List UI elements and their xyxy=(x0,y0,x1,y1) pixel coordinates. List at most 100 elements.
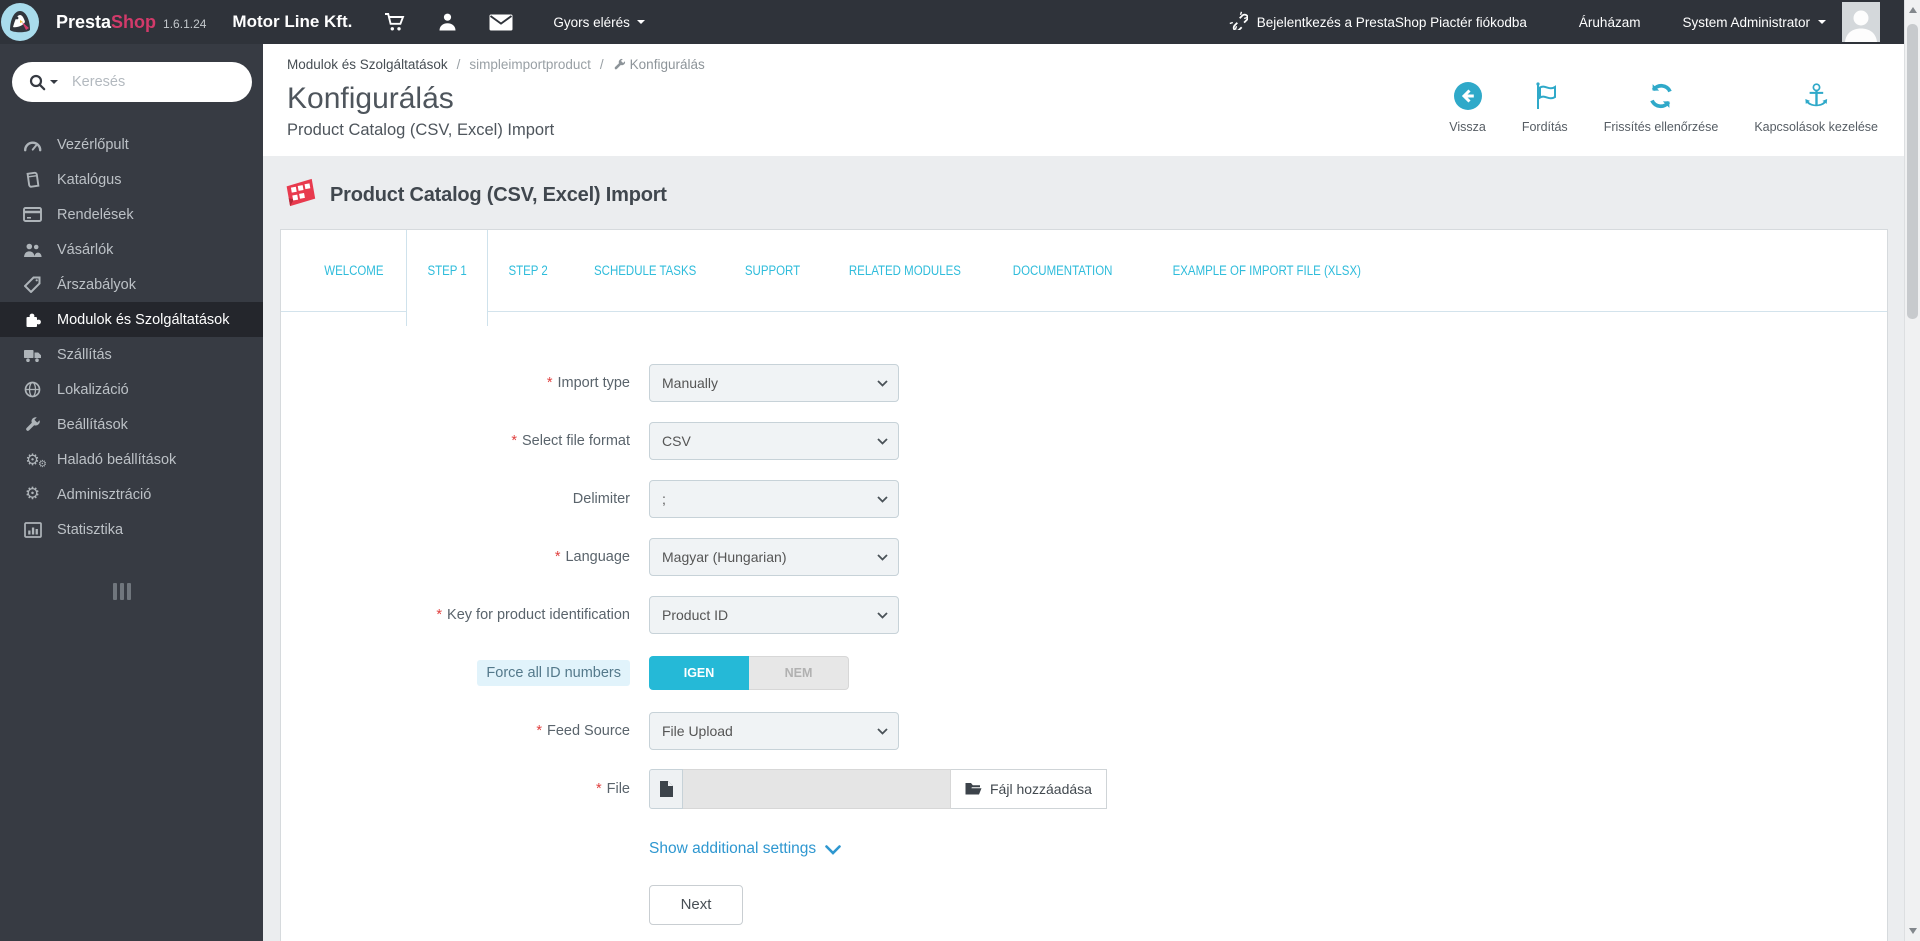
sidebar-item-orders[interactable]: Rendelések xyxy=(0,197,263,232)
sidebar-item-advanced-parameters[interactable]: ⚙ ⚙ Haladó beállítások xyxy=(0,442,263,477)
user-menu[interactable]: System Administrator xyxy=(1682,15,1826,30)
breadcrumb-separator: / xyxy=(599,57,604,72)
gauge-icon xyxy=(21,136,44,153)
tab-step-2[interactable]: STEP 2 xyxy=(488,230,568,326)
folder-open-icon xyxy=(965,782,982,796)
sidebar-collapse-handle[interactable] xyxy=(113,583,263,600)
chevron-down-icon xyxy=(877,495,888,503)
marketplace-login-link[interactable]: Bejelentkezés a PrestaShop Piactér fióko… xyxy=(1229,11,1527,33)
wrench-icon xyxy=(21,416,44,433)
module-header: Product Catalog (CSV, Excel) Import xyxy=(283,175,1888,216)
sidebar-item-modules[interactable]: Modulok és Szolgáltatások xyxy=(0,302,263,337)
brand: Presta Shop 1.6.1.24 xyxy=(56,12,206,33)
product-key-label: * Key for product identification xyxy=(436,606,630,623)
check-update-button[interactable]: Frissítés ellenőrzése xyxy=(1603,80,1719,134)
avatar[interactable] xyxy=(1842,2,1880,42)
employee-icon[interactable] xyxy=(438,12,457,32)
sidebar-item-dashboard[interactable]: Vezérlőpult xyxy=(0,127,263,162)
chevron-down-icon xyxy=(877,437,888,445)
breadcrumb-separator: / xyxy=(456,57,461,72)
content-body: Product Catalog (CSV, Excel) Import WELC… xyxy=(263,155,1920,941)
scroll-down-arrow-icon[interactable] xyxy=(1909,928,1917,934)
sidebar-item-label: Szállítás xyxy=(57,346,112,363)
gears-icon: ⚙ ⚙ xyxy=(25,449,47,470)
feed-source-select[interactable]: File Upload xyxy=(649,711,899,750)
sidebar-item-customers[interactable]: Vásárlók xyxy=(0,232,263,267)
tab-example-import-file[interactable]: EXAMPLE OF IMPORT FILE (XLSX) xyxy=(1139,230,1395,326)
manage-hooks-label: Kapcsolások kezelése xyxy=(1754,120,1878,134)
language-select[interactable]: Magyar (Hungarian) xyxy=(649,537,899,576)
sidebar-item-administration[interactable]: ⚙ Adminisztráció xyxy=(0,477,263,512)
form-row-force-ids: Force all ID numbers IGEN NEM xyxy=(281,653,1887,693)
main-layout: Vezérlőpult Katalógus Rendelések xyxy=(0,44,1920,941)
prestashop-logo-icon[interactable] xyxy=(0,0,44,44)
import-type-select[interactable]: Manually xyxy=(649,363,899,402)
scroll-up-arrow-icon[interactable] xyxy=(1909,7,1917,13)
globe-icon xyxy=(21,381,44,398)
chevron-down-icon xyxy=(877,553,888,561)
page-title: Konfigurálás xyxy=(287,82,454,115)
step1-form: * Import type Manually * Select file forma… xyxy=(281,326,1887,941)
book-icon xyxy=(21,171,44,189)
translate-button[interactable]: Fordítás xyxy=(1522,80,1568,134)
sidebar-item-localization[interactable]: Lokalizáció xyxy=(0,372,263,407)
manage-hooks-button[interactable]: ⚓ Kapcsolások kezelése xyxy=(1754,80,1878,134)
breadcrumb-module-name[interactable]: simpleimportproduct xyxy=(469,57,591,72)
add-file-button[interactable]: Fájl hozzáadása xyxy=(951,768,1107,809)
check-update-label: Frissítés ellenőrzése xyxy=(1603,120,1719,134)
gear-icon: ⚙ xyxy=(24,484,41,504)
tab-schedule-tasks[interactable]: SCHEDULE TASKS xyxy=(568,230,722,326)
sidebar-item-price-rules[interactable]: Árszabályok xyxy=(0,267,263,302)
flag-icon xyxy=(1531,80,1559,112)
truck-icon xyxy=(21,347,44,363)
brand-presta: Presta xyxy=(56,11,112,32)
tab-step-1[interactable]: STEP 1 xyxy=(405,229,489,326)
next-button[interactable]: Next xyxy=(649,884,743,925)
sidebar-item-label: Lokalizáció xyxy=(57,381,129,398)
search-icon[interactable] xyxy=(29,74,46,91)
sidebar: Vezérlőpult Katalógus Rendelések xyxy=(0,44,263,941)
back-button[interactable]: Vissza xyxy=(1449,80,1486,134)
force-ids-no-button[interactable]: NEM xyxy=(749,655,849,690)
sidebar-search xyxy=(12,62,259,102)
sidebar-item-catalog[interactable]: Katalógus xyxy=(0,162,263,197)
anchor-icon: ⚓ xyxy=(1802,78,1831,114)
delimiter-select[interactable]: ; xyxy=(649,479,899,518)
sidebar-item-shipping[interactable]: Szállítás xyxy=(0,337,263,372)
mail-icon[interactable] xyxy=(489,14,513,31)
breadcrumb: Modulok és Szolgáltatások / simpleimport… xyxy=(287,57,1878,72)
product-key-select[interactable]: Product ID xyxy=(649,595,899,634)
feed-source-value: File Upload xyxy=(662,722,733,739)
tab-documentation[interactable]: DOCUMENTATION xyxy=(987,230,1138,326)
tab-support[interactable]: SUPPORT xyxy=(723,230,822,326)
chevron-down-icon xyxy=(877,727,888,735)
file-format-select[interactable]: CSV xyxy=(649,421,899,460)
force-ids-label[interactable]: Force all ID numbers xyxy=(477,659,630,686)
breadcrumb-current: Konfigurálás xyxy=(613,57,705,72)
show-additional-settings-link[interactable]: Show additional settings xyxy=(649,840,841,858)
breadcrumb-modules-link[interactable]: Modulok és Szolgáltatások xyxy=(287,57,448,72)
refresh-icon xyxy=(1646,80,1676,112)
sidebar-item-preferences[interactable]: Beállítások xyxy=(0,407,263,442)
force-ids-yes-button[interactable]: IGEN xyxy=(649,655,749,690)
sidebar-item-label: Modulok és Szolgáltatások xyxy=(57,311,230,328)
cart-icon[interactable] xyxy=(384,12,406,33)
page-header: Modulok és Szolgáltatások / simpleimport… xyxy=(263,44,1920,156)
shop-name-link[interactable]: Motor Line Kft. xyxy=(232,12,352,32)
search-input[interactable] xyxy=(72,74,259,90)
delimiter-label: Delimiter xyxy=(572,490,630,507)
quick-access-menu[interactable]: Gyors elérés xyxy=(553,15,645,30)
my-shop-link[interactable]: Áruházam xyxy=(1579,15,1641,30)
chevron-down-icon xyxy=(636,20,645,24)
scrollbar-thumb[interactable] xyxy=(1907,24,1918,319)
sidebar-item-stats[interactable]: Statisztika xyxy=(0,512,263,547)
file-path-input[interactable] xyxy=(683,768,951,809)
users-icon xyxy=(21,242,44,258)
puzzle-icon xyxy=(21,311,44,328)
search-type-caret-icon[interactable] xyxy=(50,80,58,84)
quick-access-label: Gyors elérés xyxy=(553,14,630,30)
form-row-file: * File Fájl hozzáadása xyxy=(281,768,1887,809)
tab-welcome[interactable]: WELCOME xyxy=(302,230,406,326)
header-actions: Vissza Fordítás Frissítés ellenőrzése ⚓ … xyxy=(1449,80,1878,134)
tab-related-modules[interactable]: RELATED MODULES xyxy=(822,230,988,326)
